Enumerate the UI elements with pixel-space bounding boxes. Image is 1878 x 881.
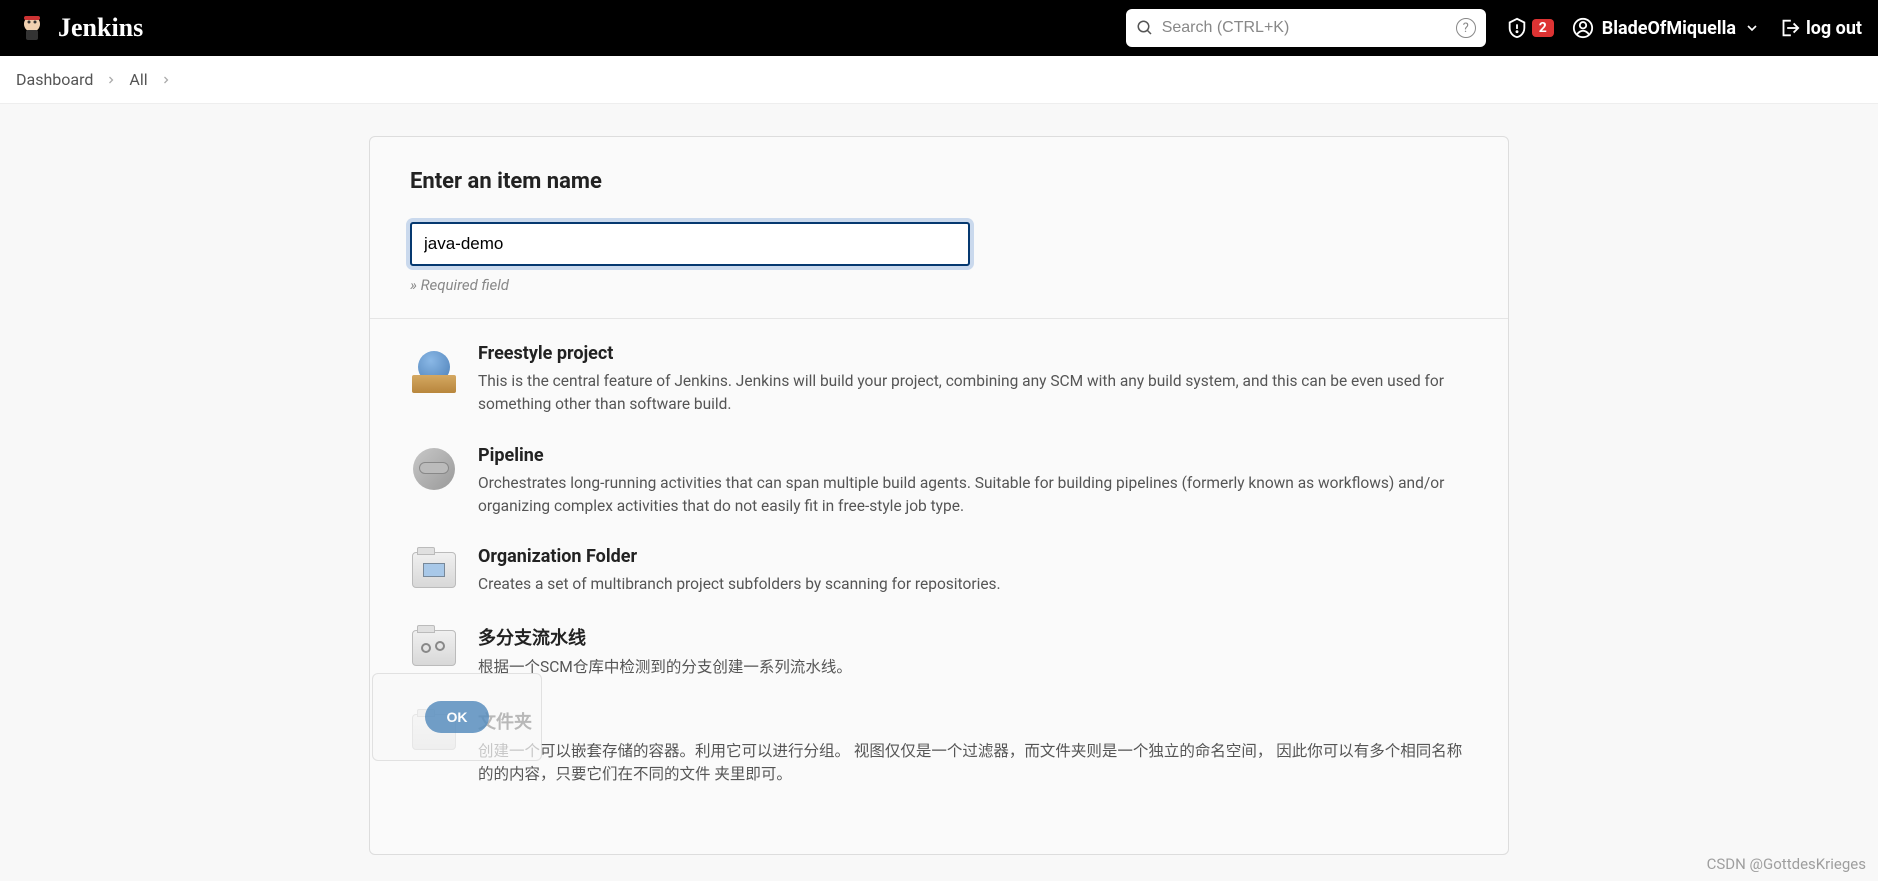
chevron-down-icon [1744,20,1760,36]
option-organization-folder[interactable]: Organization Folder Creates a set of mul… [410,546,1468,596]
jenkins-icon [16,12,48,44]
required-field-note: » Required field [410,276,1468,294]
pipeline-icon [410,445,458,493]
option-title: Freestyle project [478,343,1468,364]
option-desc: Orchestrates long-running activities tha… [478,472,1468,519]
option-desc: 创建一个可以嵌套存储的容器。利用它可以进行分组。 视图仅仅是一个过滤器，而文件夹… [478,740,1468,787]
multibranch-icon [410,624,458,672]
item-name-input[interactable] [410,222,970,266]
option-desc: This is the central feature of Jenkins. … [478,370,1468,417]
top-header: Jenkins ? 2 BladeOfMiquella log out [0,0,1878,56]
page-title: Enter an item name [410,169,1468,194]
security-notifications[interactable]: 2 [1506,17,1554,39]
help-icon[interactable]: ? [1456,18,1476,38]
ok-panel: OK [372,673,542,761]
logout-link[interactable]: log out [1778,17,1862,39]
option-title: 多分支流水线 [478,624,1468,650]
notification-badge: 2 [1532,19,1554,37]
option-title: Pipeline [478,445,1468,466]
watermark: CSDN @GottdesKrieges [1707,855,1866,873]
breadcrumb: Dashboard All [0,56,1878,104]
option-freestyle-project[interactable]: Freestyle project This is the central fe… [410,343,1468,417]
chevron-right-icon [160,74,172,86]
option-desc: Creates a set of multibranch project sub… [478,573,1468,596]
org-folder-icon [410,546,458,594]
jenkins-logo[interactable]: Jenkins [16,12,143,44]
freestyle-icon [410,343,458,391]
shield-icon [1506,17,1528,39]
logout-icon [1778,17,1800,39]
option-folder[interactable]: 文件夹 创建一个可以嵌套存储的容器。利用它可以进行分组。 视图仅仅是一个过滤器，… [410,708,1468,787]
breadcrumb-dashboard[interactable]: Dashboard [16,70,93,89]
search-input[interactable] [1162,19,1448,37]
logo-text: Jenkins [58,13,143,43]
search-icon [1136,19,1154,37]
divider [370,318,1508,319]
user-name-label: BladeOfMiquella [1602,18,1736,39]
option-desc: 根据一个SCM仓库中检测到的分支创建一系列流水线。 [478,656,1468,679]
ok-button[interactable]: OK [425,701,489,733]
search-box[interactable]: ? [1126,9,1486,47]
option-multibranch-pipeline[interactable]: 多分支流水线 根据一个SCM仓库中检测到的分支创建一系列流水线。 [410,624,1468,679]
option-pipeline[interactable]: Pipeline Orchestrates long-running activ… [410,445,1468,519]
user-icon [1572,17,1594,39]
breadcrumb-all[interactable]: All [129,70,147,89]
option-title: Organization Folder [478,546,1468,567]
option-title: 文件夹 [478,708,1468,734]
chevron-right-icon [105,74,117,86]
logout-label: log out [1806,18,1862,39]
user-menu[interactable]: BladeOfMiquella [1572,17,1760,39]
